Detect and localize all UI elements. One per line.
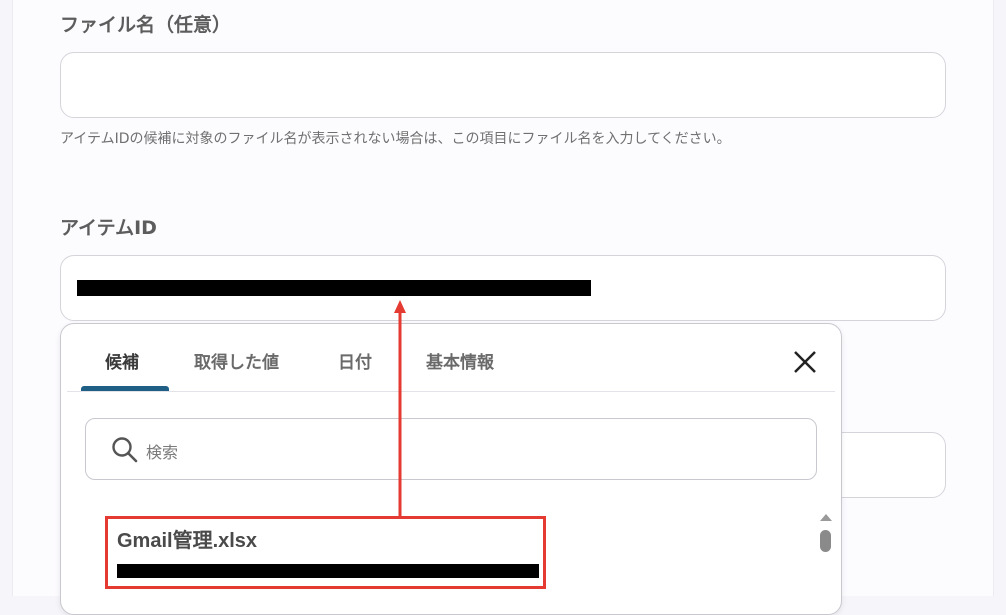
annotation-arrow — [394, 300, 406, 516]
